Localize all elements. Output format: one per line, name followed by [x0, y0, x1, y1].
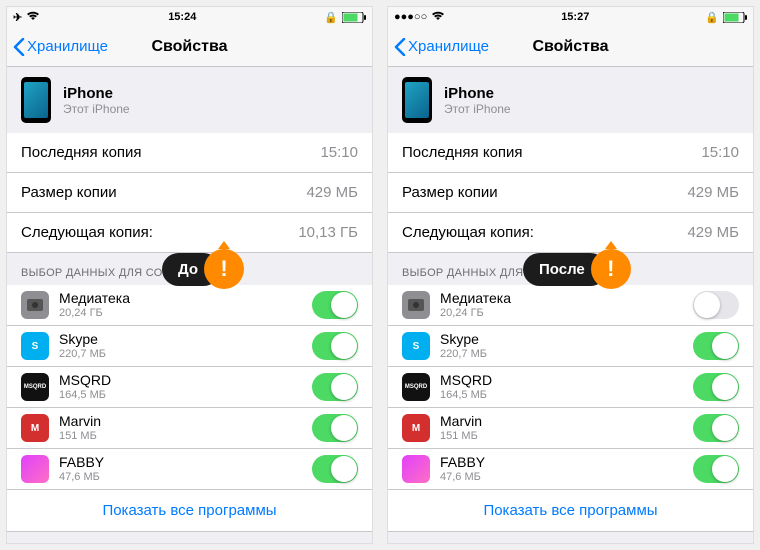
airplane-icon: ✈︎: [13, 11, 22, 24]
back-button[interactable]: Хранилище: [13, 38, 108, 56]
app-row-marvin[interactable]: M Marvin151 МБ: [388, 408, 753, 449]
info-list: Последняя копия15:10 Размер копии429 МБ …: [388, 133, 753, 253]
phone-before: ✈︎ 15:24 🔒 Хранилище Свойства iPhone Это…: [6, 6, 373, 544]
content: iPhone Этот iPhone Последняя копия15:10 …: [388, 67, 753, 543]
rotation-lock-icon: 🔒: [705, 11, 719, 24]
marvin-icon: M: [21, 414, 49, 442]
status-bar: ●●●○○ 15:27 🔒: [388, 7, 753, 27]
app-list: Медиатека20,24 ГБ S Skype220,7 МБ MSQRD …: [7, 285, 372, 532]
device-title: iPhone: [63, 85, 130, 102]
app-row-skype[interactable]: S Skype220,7 МБ: [388, 326, 753, 367]
nav-bar: Хранилище Свойства: [388, 27, 753, 67]
msqrd-icon: MSQRD: [402, 373, 430, 401]
app-row-mediateka[interactable]: Медиатека20,24 ГБ: [7, 285, 372, 326]
phone-after: ●●●○○ 15:27 🔒 Хранилище Свойства iPhone …: [387, 6, 754, 544]
toggle-marvin[interactable]: [693, 414, 739, 442]
app-row-fabby[interactable]: FABBY47,6 МБ: [388, 449, 753, 490]
wifi-icon: [431, 11, 445, 24]
toggle-mediateka[interactable]: [312, 291, 358, 319]
toggle-msqrd[interactable]: [312, 373, 358, 401]
annotation-badge: До !: [162, 249, 244, 289]
battery-icon: [723, 12, 747, 23]
nav-bar: Хранилище Свойства: [7, 27, 372, 67]
toggle-marvin[interactable]: [312, 414, 358, 442]
app-row-skype[interactable]: S Skype220,7 МБ: [7, 326, 372, 367]
fabby-icon: [21, 455, 49, 483]
toggle-fabby[interactable]: [312, 455, 358, 483]
fabby-icon: [402, 455, 430, 483]
status-bar: ✈︎ 15:24 🔒: [7, 7, 372, 27]
info-row: Последняя копия15:10: [388, 133, 753, 173]
wifi-icon: [26, 11, 40, 24]
info-row: Следующая копия:429 МБ: [388, 213, 753, 253]
device-row: iPhone Этот iPhone: [388, 67, 753, 133]
back-label: Хранилище: [27, 38, 108, 55]
toggle-skype[interactable]: [693, 332, 739, 360]
back-button[interactable]: Хранилище: [394, 38, 489, 56]
app-row-msqrd[interactable]: MSQRD MSQRD164,5 МБ: [7, 367, 372, 408]
signal-icon: ●●●○○: [394, 11, 427, 23]
marvin-icon: M: [402, 414, 430, 442]
device-icon: [21, 77, 51, 123]
msqrd-icon: MSQRD: [21, 373, 49, 401]
device-row: iPhone Этот iPhone: [7, 67, 372, 133]
storage-footer: 4,5 ГБ из 5,0 ГБ доступно в iCloud: [388, 532, 753, 543]
toggle-mediateka[interactable]: [693, 291, 739, 319]
chevron-left-icon: [13, 38, 25, 56]
rotation-lock-icon: 🔒: [324, 11, 338, 24]
back-label: Хранилище: [408, 38, 489, 55]
status-time: 15:24: [168, 11, 196, 23]
content: iPhone Этот iPhone Последняя копия15:10 …: [7, 67, 372, 543]
device-subtitle: Этот iPhone: [63, 102, 130, 116]
toggle-fabby[interactable]: [693, 455, 739, 483]
nav-title: Свойства: [151, 38, 227, 56]
chevron-left-icon: [394, 38, 406, 56]
app-list: Медиатека20,24 ГБ S Skype220,7 МБ MSQRD …: [388, 285, 753, 532]
app-row-marvin[interactable]: M Marvin151 МБ: [7, 408, 372, 449]
toggle-msqrd[interactable]: [693, 373, 739, 401]
device-icon: [402, 77, 432, 123]
skype-icon: S: [402, 332, 430, 360]
device-subtitle: Этот iPhone: [444, 102, 511, 116]
show-all-apps[interactable]: Показать все программы: [7, 490, 372, 532]
nav-title: Свойства: [532, 38, 608, 56]
info-row: Размер копии429 МБ: [388, 173, 753, 213]
annotation-badge: После !: [523, 249, 631, 289]
app-row-mediateka[interactable]: Медиатека20,24 ГБ: [388, 285, 753, 326]
app-row-fabby[interactable]: FABBY47,6 МБ: [7, 449, 372, 490]
show-all-apps[interactable]: Показать все программы: [388, 490, 753, 532]
photos-icon: [21, 291, 49, 319]
battery-icon: [342, 12, 366, 23]
photos-icon: [402, 291, 430, 319]
toggle-skype[interactable]: [312, 332, 358, 360]
status-time: 15:27: [561, 11, 589, 23]
alert-icon: !: [591, 249, 631, 289]
device-title: iPhone: [444, 85, 511, 102]
info-row: Размер копии429 МБ: [7, 173, 372, 213]
info-row: Последняя копия15:10: [7, 133, 372, 173]
info-list: Последняя копия15:10 Размер копии429 МБ …: [7, 133, 372, 253]
info-row: Следующая копия:10,13 ГБ: [7, 213, 372, 253]
storage-footer: 4,5 ГБ из 5,0 ГБ доступно в iCloud: [7, 532, 372, 543]
app-row-msqrd[interactable]: MSQRD MSQRD164,5 МБ: [388, 367, 753, 408]
alert-icon: !: [204, 249, 244, 289]
skype-icon: S: [21, 332, 49, 360]
